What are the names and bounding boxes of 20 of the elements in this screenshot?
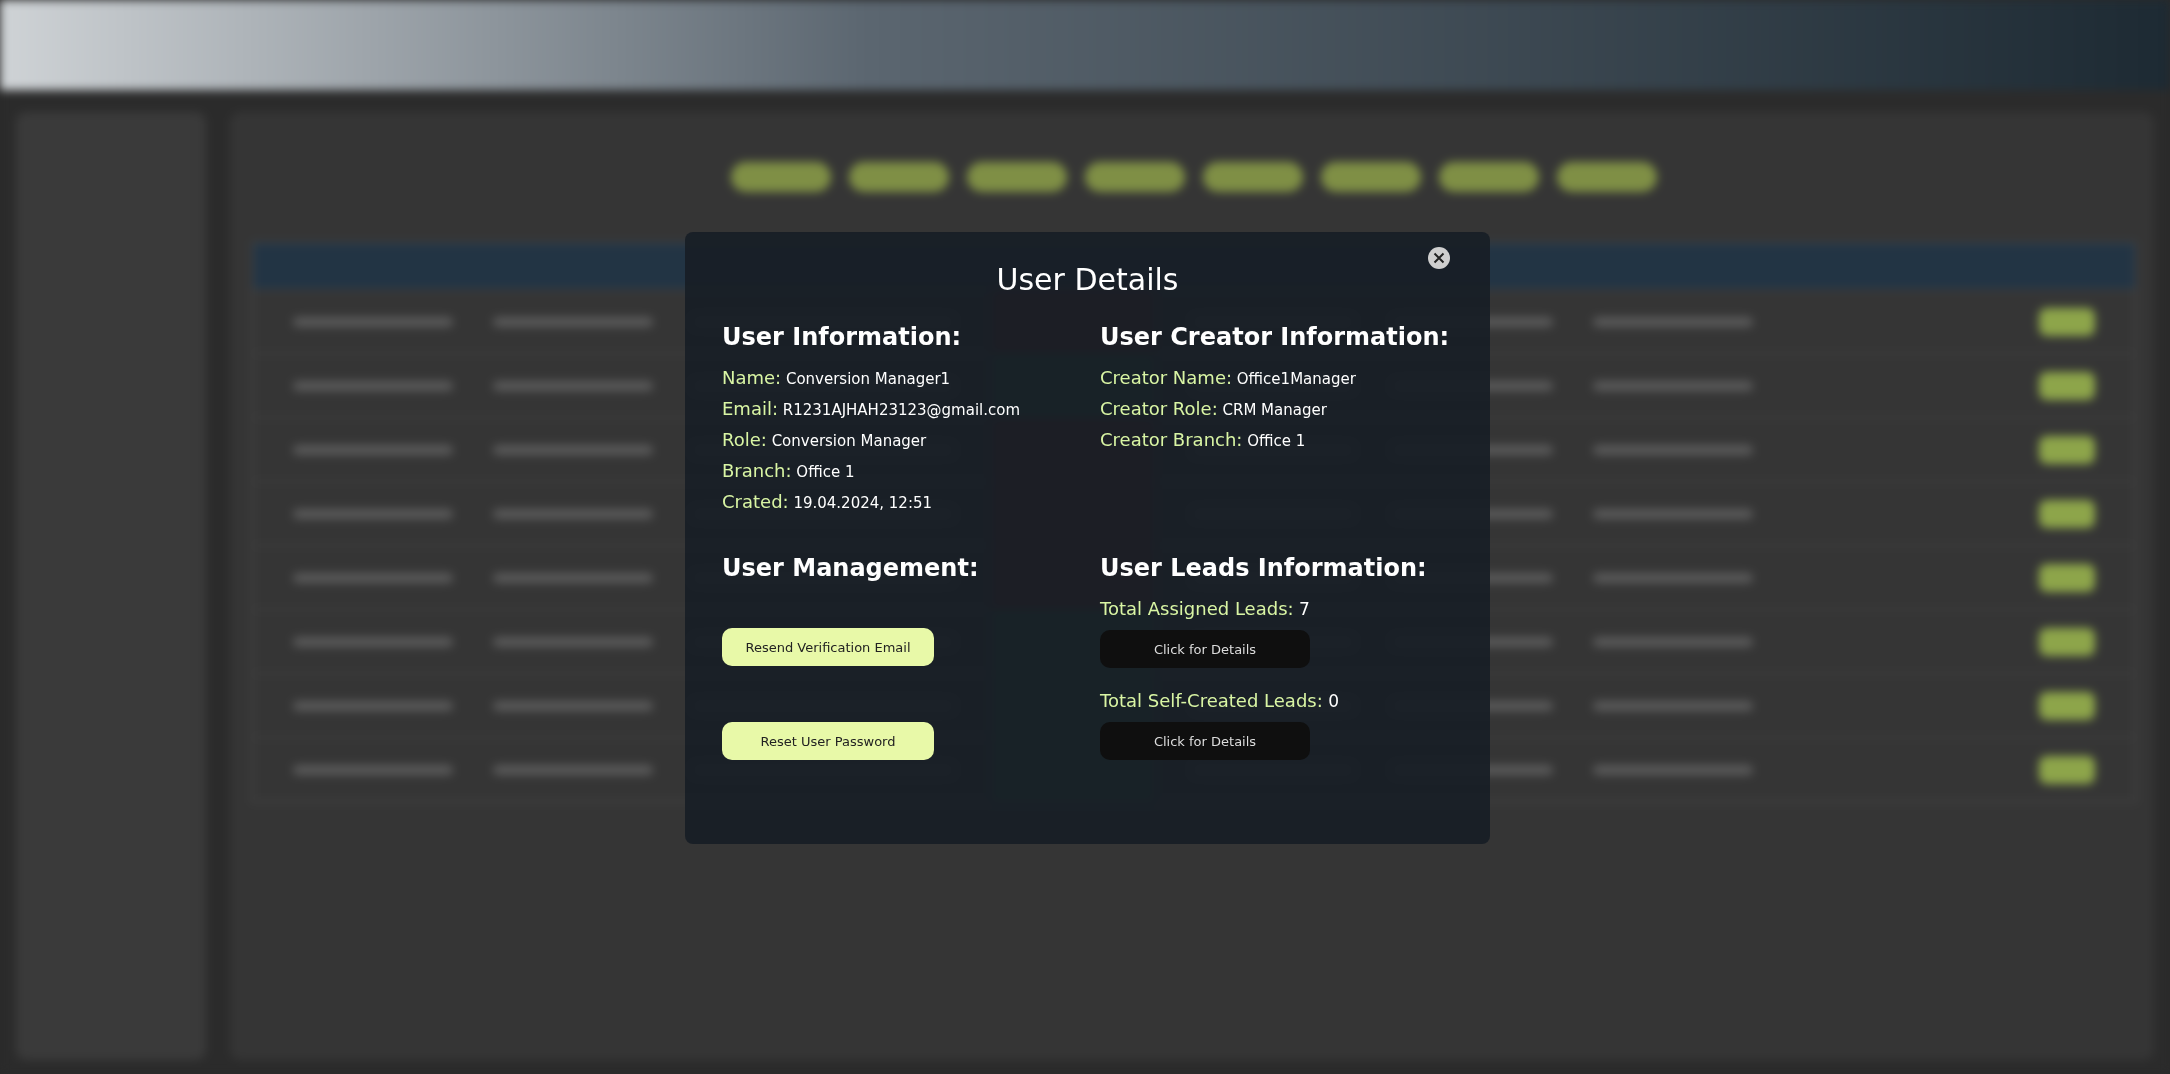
section-heading: User Leads Information: (1100, 554, 1428, 582)
info-field: Email: R1231AJHAH23123@gmail.com (722, 394, 1100, 425)
close-icon[interactable] (1427, 246, 1451, 270)
info-field: Name: Conversion Manager1 (722, 363, 1100, 394)
details-button[interactable]: Click for Details (1100, 722, 1310, 760)
info-field: Branch: Office 1 (722, 456, 1100, 487)
info-field: Role: Conversion Manager (722, 425, 1100, 456)
action-button[interactable]: Resend Verification Email (722, 628, 934, 666)
info-field: Creator Name: Office1Manager (1100, 363, 1453, 394)
leads-count: Total Self-Created Leads: 0 (1100, 689, 1340, 713)
section-heading: User Creator Information: (1100, 323, 1451, 351)
info-field: Creator Branch: Office 1 (1100, 425, 1453, 456)
leads-count: Total Assigned Leads: 7 (1100, 597, 1311, 621)
info-field: Crated: 19.04.2024, 12:51 (722, 487, 1100, 518)
dialog-title: User Details (995, 262, 1180, 297)
details-button[interactable]: Click for Details (1100, 630, 1310, 668)
section-heading: User Management: (722, 554, 980, 582)
action-button[interactable]: Reset User Password (722, 722, 934, 760)
section-heading: User Information: (722, 323, 963, 351)
info-field: Creator Role: CRM Manager (1100, 394, 1453, 425)
